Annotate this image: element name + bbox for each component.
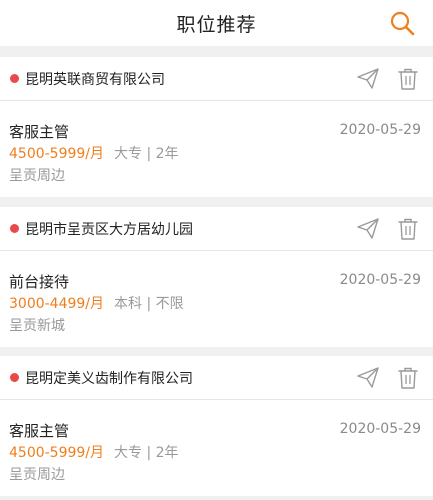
delete-button[interactable] <box>395 365 421 391</box>
send-button[interactable] <box>355 66 381 92</box>
job-salary: 4500-5999/月 <box>9 445 105 461</box>
status-dot <box>10 224 19 233</box>
company-name[interactable]: 昆明英联商贸有限公司 <box>25 69 165 89</box>
app: 职位推荐 昆明英联商贸有限公司 客服主管 2020-05-29 4500-599… <box>0 0 433 500</box>
page-title: 职位推荐 <box>176 13 257 36</box>
trash-icon <box>398 367 418 389</box>
company-row: 昆明英联商贸有限公司 <box>0 57 433 101</box>
job-title: 客服主管 <box>9 422 70 440</box>
job-salary: 4500-5999/月 <box>9 146 105 162</box>
job-details[interactable]: 客服主管 2020-05-29 4500-5999/月 大专 | 2年 呈贡周边 <box>0 400 433 496</box>
job-location: 呈贡新城 <box>9 318 65 334</box>
job-salary: 3000-4499/月 <box>9 296 105 312</box>
paper-plane-icon <box>357 366 379 388</box>
company-name[interactable]: 昆明定美义齿制作有限公司 <box>25 368 193 388</box>
job-location: 呈贡周边 <box>9 168 65 184</box>
company-row: 昆明定美义齿制作有限公司 <box>0 356 433 400</box>
job-meta: 4500-5999/月 大专 | 2年 <box>9 442 179 462</box>
job-card[interactable]: 昆明市呈贡区大方居幼儿园 前台接待 2020-05-29 3000-4499/月… <box>0 207 433 347</box>
job-details[interactable]: 前台接待 2020-05-29 3000-4499/月 本科 | 不限 呈贡新城 <box>0 251 433 347</box>
job-date: 2020-05-29 <box>339 122 421 138</box>
delete-button[interactable] <box>395 216 421 242</box>
search-icon <box>390 11 415 36</box>
job-requirements: 本科 | 不限 <box>114 296 184 312</box>
send-button[interactable] <box>355 216 381 242</box>
paper-plane-icon <box>357 67 379 89</box>
job-requirements: 大专 | 2年 <box>114 445 179 461</box>
delete-button[interactable] <box>395 66 421 92</box>
job-title: 前台接待 <box>9 273 70 291</box>
company-name[interactable]: 昆明市呈贡区大方居幼儿园 <box>25 219 193 239</box>
job-date: 2020-05-29 <box>339 421 421 437</box>
status-dot <box>10 74 19 83</box>
job-requirements: 大专 | 2年 <box>114 146 179 162</box>
job-card[interactable]: 昆明英联商贸有限公司 客服主管 2020-05-29 4500-5999/月 大… <box>0 57 433 197</box>
status-dot <box>10 373 19 382</box>
search-button[interactable] <box>387 8 417 38</box>
job-date: 2020-05-29 <box>339 272 421 288</box>
job-details[interactable]: 客服主管 2020-05-29 4500-5999/月 大专 | 2年 呈贡周边 <box>0 101 433 197</box>
card-actions <box>341 57 421 100</box>
send-button[interactable] <box>355 365 381 391</box>
job-location: 呈贡周边 <box>9 467 65 483</box>
job-meta: 3000-4499/月 本科 | 不限 <box>9 293 184 313</box>
card-actions <box>341 356 421 399</box>
job-card[interactable]: 昆明定美义齿制作有限公司 客服主管 2020-05-29 4500-5999/月… <box>0 356 433 496</box>
trash-icon <box>398 218 418 240</box>
job-title: 客服主管 <box>9 123 70 141</box>
paper-plane-icon <box>357 217 379 239</box>
trash-icon <box>398 68 418 90</box>
header: 职位推荐 <box>0 0 433 46</box>
company-row: 昆明市呈贡区大方居幼儿园 <box>0 207 433 251</box>
job-meta: 4500-5999/月 大专 | 2年 <box>9 143 179 163</box>
card-actions <box>341 207 421 250</box>
